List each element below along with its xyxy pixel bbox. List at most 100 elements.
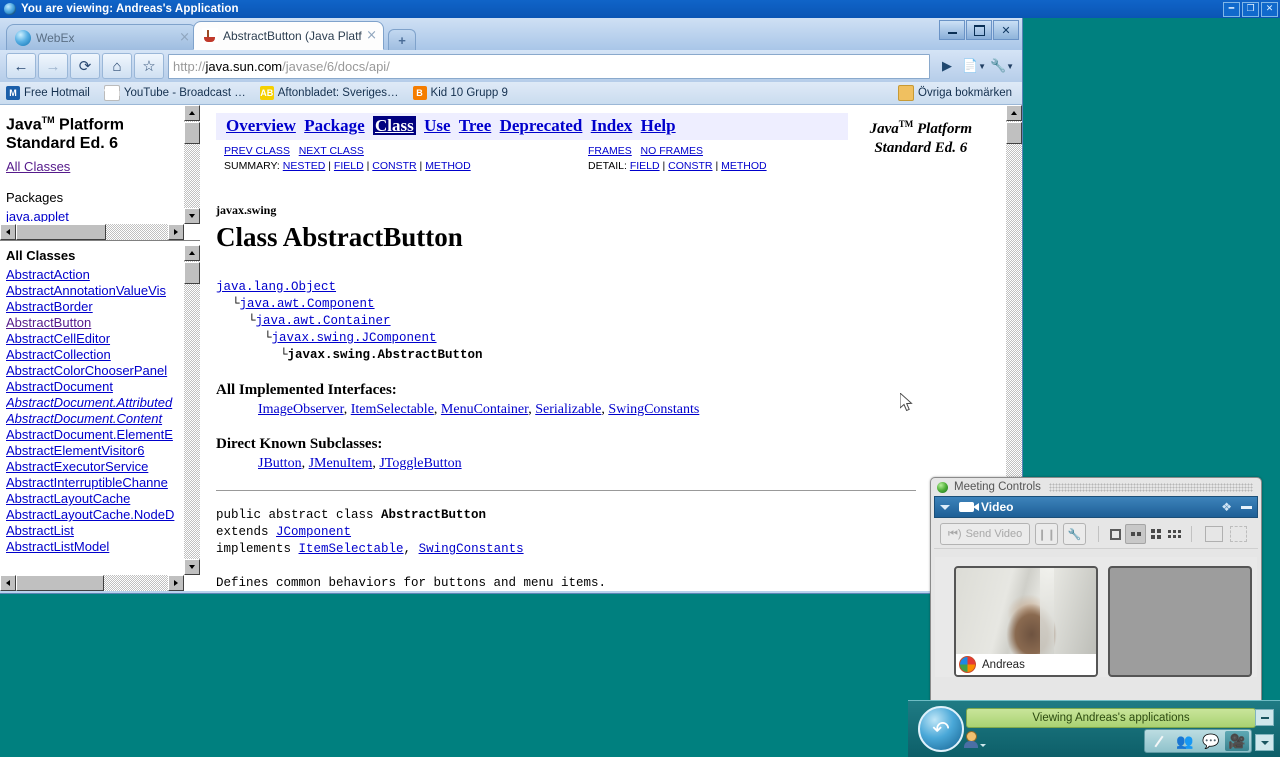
no-frames-link[interactable]: NO FRAMES xyxy=(641,145,703,157)
tools-menu-button[interactable]: 🔧 ▼ xyxy=(988,54,1016,78)
scrollbar-thumb[interactable] xyxy=(184,262,200,284)
class-link-abstractbutton[interactable]: AbstractButton xyxy=(6,315,180,331)
overview-vertical-scrollbar[interactable] xyxy=(184,105,200,224)
tab-abstractbutton[interactable]: AbstractButton (Java Platf… × xyxy=(193,21,384,50)
home-button[interactable]: ⌂ xyxy=(102,53,132,79)
browser-close-button[interactable]: ✕ xyxy=(993,20,1019,40)
class-link[interactable]: AbstractDocument.Content xyxy=(6,411,180,427)
video-thumbnail-empty[interactable] xyxy=(1108,566,1252,677)
participants-panel-icon[interactable]: 👥 xyxy=(1173,731,1197,751)
interface-link[interactable]: MenuContainer xyxy=(441,402,528,417)
overview-horizontal-scrollbar[interactable] xyxy=(0,224,184,240)
class-link[interactable]: AbstractAction xyxy=(6,267,180,283)
bookmark-youtube[interactable]: You YouTube - Broadcast … xyxy=(104,85,246,101)
scrollbar-thumb[interactable] xyxy=(16,575,104,591)
webex-back-arrow-icon[interactable]: ↶ xyxy=(918,706,964,752)
new-tab-button[interactable]: + xyxy=(388,29,416,50)
detach-icon[interactable] xyxy=(1205,526,1224,542)
nav-index[interactable]: Index xyxy=(591,116,633,135)
decl-extends-link[interactable]: JComponent xyxy=(276,525,351,539)
class-link[interactable]: AbstractDocument xyxy=(6,379,180,395)
back-button[interactable]: ← xyxy=(6,53,36,79)
summary-nested-link[interactable]: NESTED xyxy=(283,160,326,172)
pause-button[interactable]: ❙❙ xyxy=(1035,523,1059,545)
bookmark-star-icon[interactable]: ☆ xyxy=(134,53,164,79)
prev-class-link[interactable]: PREV CLASS xyxy=(224,145,290,157)
decl-implements-link[interactable]: ItemSelectable xyxy=(299,542,404,556)
hierarchy-link[interactable]: java.awt.Container xyxy=(256,314,391,328)
interface-link[interactable]: ItemSelectable xyxy=(351,402,434,417)
tab-close-icon[interactable]: × xyxy=(179,30,190,45)
caret-down-icon[interactable] xyxy=(940,504,950,510)
bookmark-free-hotmail[interactable]: M Free Hotmail xyxy=(6,86,90,100)
detail-field-link[interactable]: FIELD xyxy=(630,160,660,172)
package-link-java-applet[interactable]: java.applet xyxy=(6,209,69,222)
nav-tree[interactable]: Tree xyxy=(459,116,491,135)
video-thumbnail-andreas[interactable]: Andreas xyxy=(954,566,1098,677)
nav-class[interactable]: Class xyxy=(372,116,416,135)
interface-link[interactable]: ImageObserver xyxy=(258,402,344,417)
drag-grip[interactable] xyxy=(1048,482,1253,492)
subclass-link[interactable]: JButton xyxy=(258,456,302,471)
detail-method-link[interactable]: METHOD xyxy=(721,160,767,172)
scroll-left-button[interactable] xyxy=(0,224,16,240)
browser-minimize-button[interactable] xyxy=(939,20,965,40)
fullscreen-icon[interactable] xyxy=(1230,526,1248,542)
scrollbar-thumb[interactable] xyxy=(1006,122,1022,144)
class-link[interactable]: AbstractInterruptibleChanne xyxy=(6,475,180,491)
bookmark-other-bookmarks[interactable]: Övriga bokmärken xyxy=(898,85,1012,101)
layout-four-up-button[interactable] xyxy=(1146,525,1165,543)
tab-close-icon[interactable]: × xyxy=(366,28,377,43)
subclass-link[interactable]: JToggleButton xyxy=(379,456,461,471)
summary-field-link[interactable]: FIELD xyxy=(334,160,364,172)
float-panel-icon[interactable]: ❖ xyxy=(1221,500,1232,514)
scroll-up-button[interactable] xyxy=(1006,105,1022,121)
chat-icon[interactable]: 💬 xyxy=(1199,731,1223,751)
tab-webex[interactable]: WebEx × xyxy=(6,24,197,50)
scrollbar-track[interactable] xyxy=(184,245,200,575)
address-bar[interactable]: http://java.sun.com/javase/6/docs/api/ xyxy=(168,53,930,79)
interface-link[interactable]: Serializable xyxy=(535,402,601,417)
nav-help[interactable]: Help xyxy=(641,116,676,135)
layout-six-up-button[interactable] xyxy=(1165,525,1184,543)
scroll-down-button[interactable] xyxy=(184,208,200,224)
decl-implements-link[interactable]: SwingConstants xyxy=(419,542,524,556)
all-classes-link[interactable]: All Classes xyxy=(6,159,70,174)
layout-two-up-button[interactable] xyxy=(1125,524,1147,544)
webex-banner-restore-button[interactable]: ❐ xyxy=(1242,2,1259,17)
detail-constr-link[interactable]: CONSTR xyxy=(668,160,712,172)
class-link[interactable]: AbstractCollection xyxy=(6,347,180,363)
meeting-controls-titlebar[interactable]: Meeting Controls xyxy=(931,478,1261,496)
strip-minimize-button[interactable] xyxy=(1255,709,1274,726)
class-link[interactable]: AbstractDocument.Attributed xyxy=(6,395,180,411)
next-class-link[interactable]: NEXT CLASS xyxy=(299,145,364,157)
annotate-pencil-icon[interactable] xyxy=(1147,731,1171,751)
scrollbar-thumb[interactable] xyxy=(184,122,200,144)
nav-overview[interactable]: Overview xyxy=(226,116,296,135)
page-menu-button[interactable]: 📄 ▼ xyxy=(960,54,988,78)
bookmark-kid-10-grupp-9[interactable]: B Kid 10 Grupp 9 xyxy=(412,86,508,100)
nav-package[interactable]: Package xyxy=(304,116,364,135)
class-link[interactable]: AbstractExecutorService xyxy=(6,459,180,475)
scroll-down-button[interactable] xyxy=(184,559,200,575)
allclasses-horizontal-scrollbar[interactable] xyxy=(0,575,184,591)
class-link[interactable]: AbstractAnnotationValueVis xyxy=(6,283,180,299)
video-settings-button[interactable]: 🔧 xyxy=(1063,523,1087,545)
class-link[interactable]: AbstractLayoutCache xyxy=(6,491,180,507)
go-button[interactable]: ▶ xyxy=(934,54,960,78)
video-icon[interactable]: 🎥 xyxy=(1225,731,1249,751)
class-link[interactable]: AbstractBorder xyxy=(6,299,180,315)
nav-deprecated[interactable]: Deprecated xyxy=(500,116,583,135)
hierarchy-link[interactable]: javax.swing.JComponent xyxy=(272,331,437,345)
scrollbar-thumb[interactable] xyxy=(16,224,106,240)
class-link[interactable]: AbstractLayoutCache.NodeD xyxy=(6,507,180,523)
scroll-left-button[interactable] xyxy=(0,575,16,591)
bookmark-aftonbladet[interactable]: AB Aftonbladet: Sveriges… xyxy=(259,86,399,100)
video-panel-header[interactable]: Video ❖ xyxy=(934,496,1258,518)
interface-link[interactable]: SwingConstants xyxy=(608,402,699,417)
hierarchy-link[interactable]: java.lang.Object xyxy=(216,280,336,294)
browser-restore-button[interactable] xyxy=(966,20,992,40)
reload-button[interactable]: ⟳ xyxy=(70,53,100,79)
allclasses-vertical-scrollbar[interactable] xyxy=(184,245,200,575)
class-link[interactable]: AbstractListModel xyxy=(6,539,180,555)
